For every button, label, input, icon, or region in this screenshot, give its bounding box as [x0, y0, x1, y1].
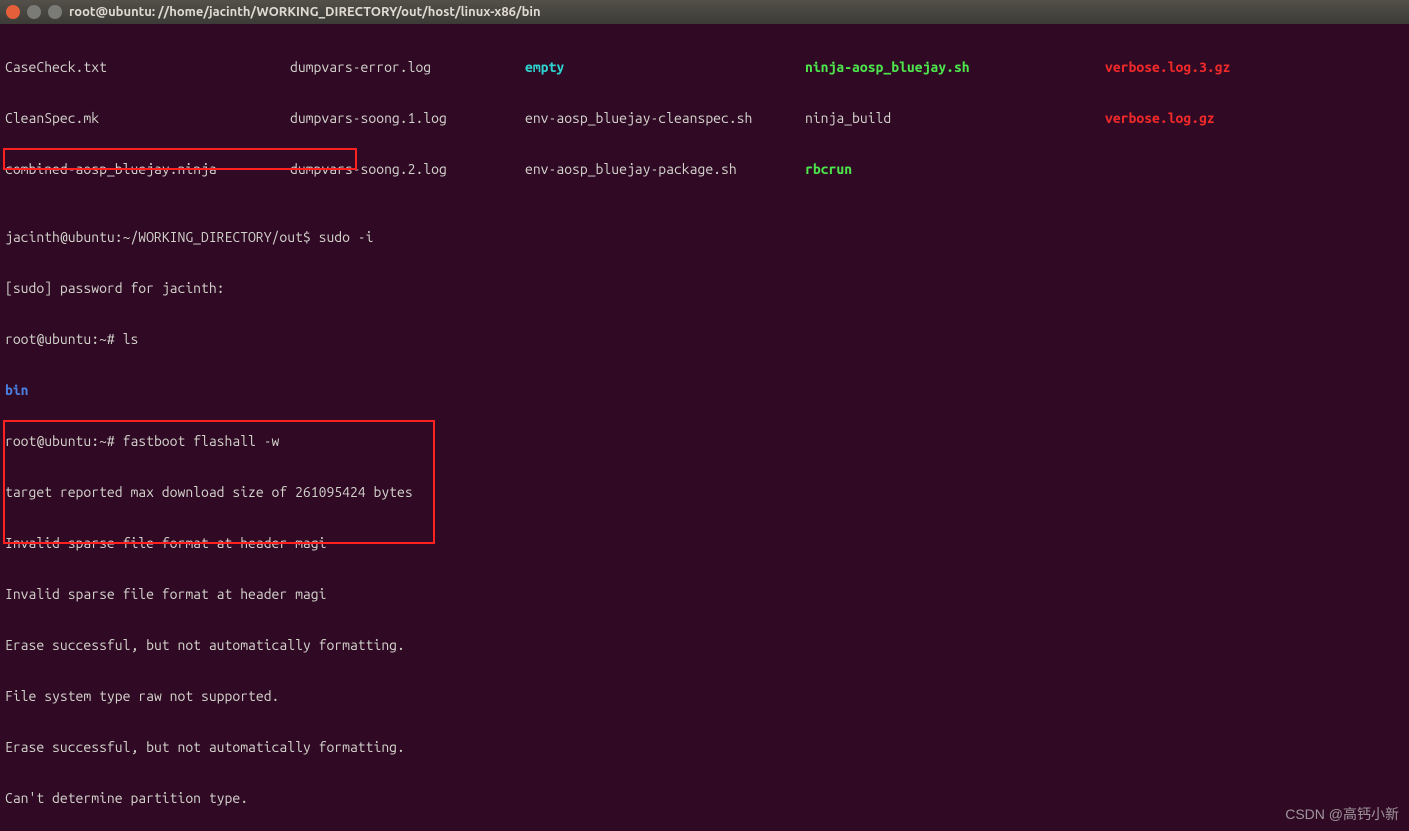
terminal-line: target reported max download size of 261…	[5, 484, 1404, 501]
terminal-line: Can't determine partition type.	[5, 790, 1404, 807]
terminal-line: Invalid sparse file format at header mag…	[5, 586, 1404, 603]
terminal-line: Erase successful, but not automatically …	[5, 637, 1404, 654]
ls-row: CaseCheck.txtdumpvars-error.logemptyninj…	[5, 59, 1404, 76]
window-titlebar: root@ubuntu: //home/jacinth/WORKING_DIRE…	[0, 0, 1409, 24]
highlighted-command: root@ubuntu:~# fastboot flashall -w	[5, 433, 1404, 450]
terminal-line: root@ubuntu:~# ls	[5, 331, 1404, 348]
terminal-line: bin	[5, 382, 1404, 399]
minimize-icon[interactable]	[27, 5, 41, 19]
terminal-line: Erase successful, but not automatically …	[5, 739, 1404, 756]
terminal-line: File system type raw not supported.	[5, 688, 1404, 705]
window-title: root@ubuntu: //home/jacinth/WORKING_DIRE…	[69, 4, 541, 21]
terminal-line: Invalid sparse file format at header mag…	[5, 535, 1404, 552]
terminal-line: [sudo] password for jacinth:	[5, 280, 1404, 297]
ls-row: combined-aosp_bluejay.ninjadumpvars-soon…	[5, 161, 1404, 178]
terminal-body[interactable]: CaseCheck.txtdumpvars-error.logemptyninj…	[0, 24, 1409, 831]
watermark: CSDN @高钙小新	[1285, 806, 1399, 823]
terminal-line: jacinth@ubuntu:~/WORKING_DIRECTORY/out$ …	[5, 229, 1404, 246]
close-icon[interactable]	[6, 5, 20, 19]
maximize-icon[interactable]	[48, 5, 62, 19]
ls-row: CleanSpec.mkdumpvars-soong.1.logenv-aosp…	[5, 110, 1404, 127]
